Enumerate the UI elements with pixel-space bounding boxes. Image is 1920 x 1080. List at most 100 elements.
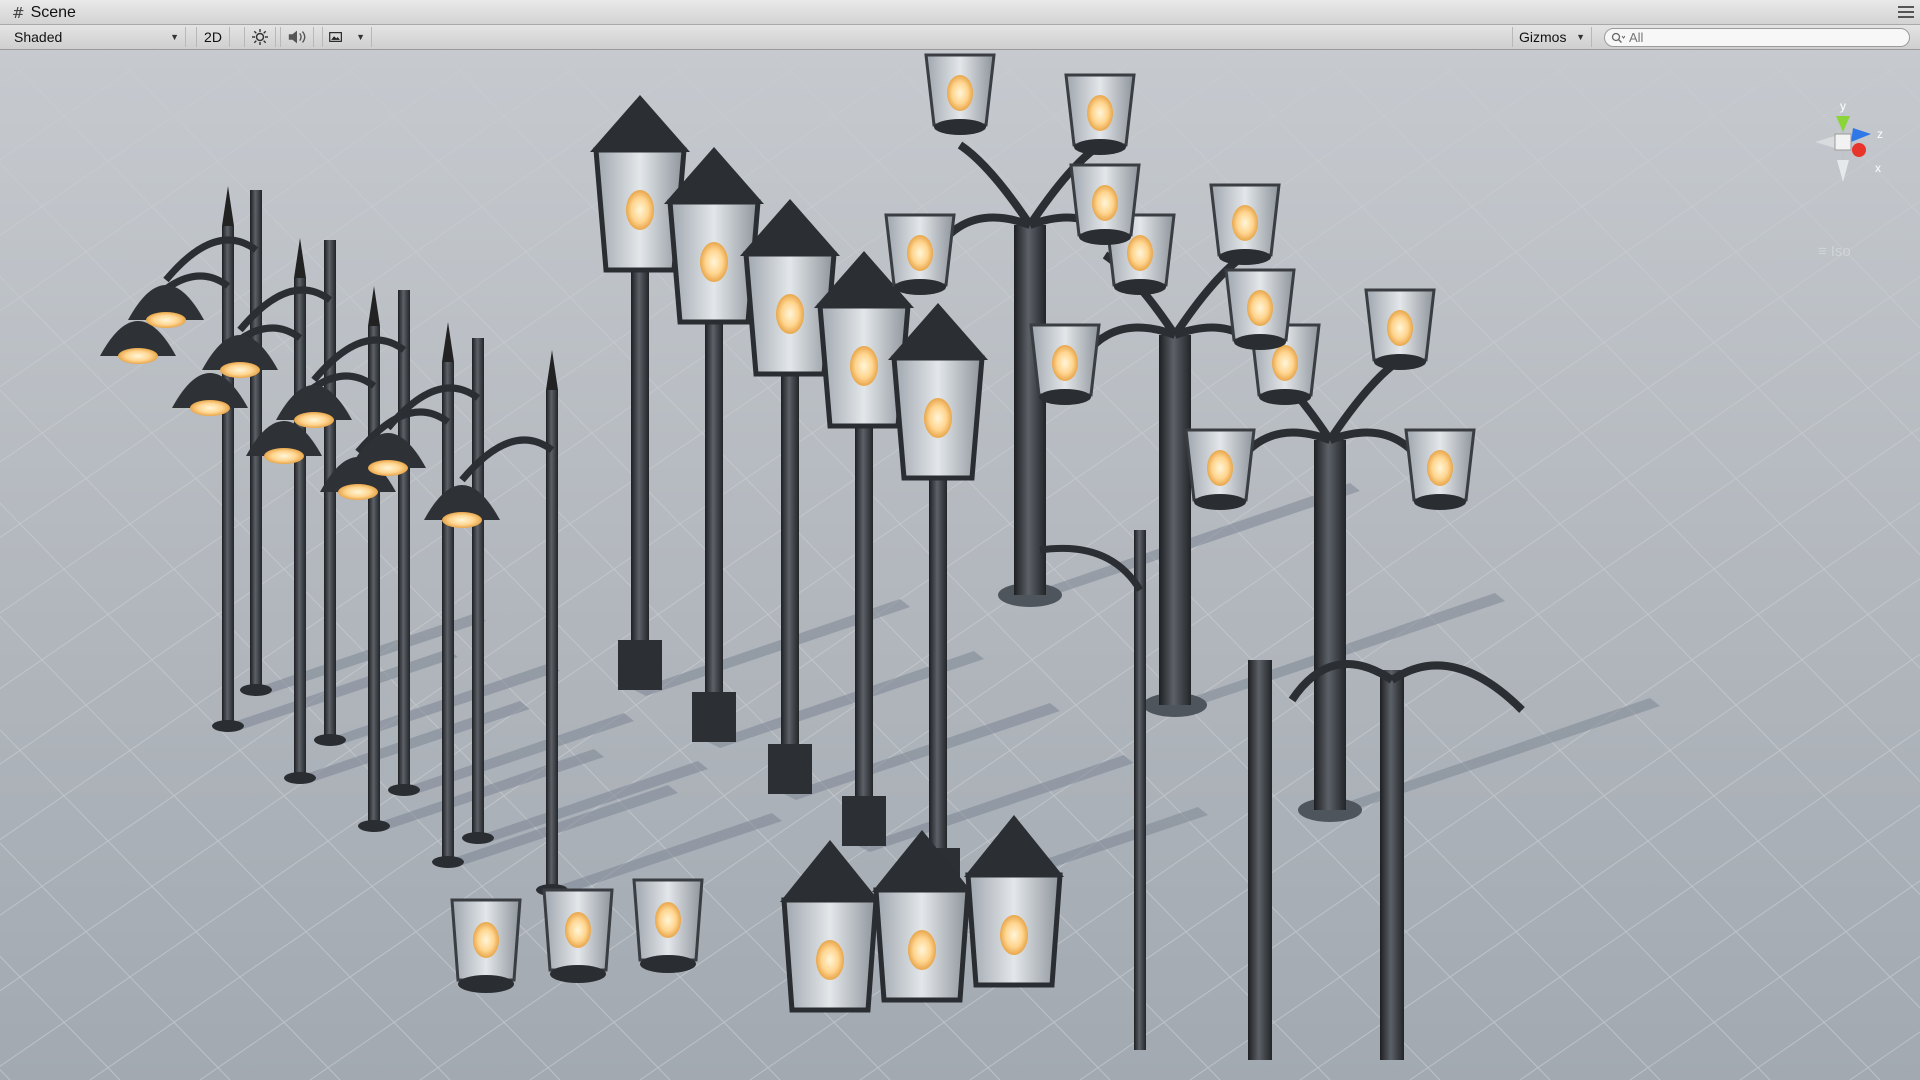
lamp-bulb — [1000, 915, 1028, 955]
scene-canvas: y x z — [0, 50, 1920, 1080]
lamp-glow — [146, 312, 186, 328]
lamp-bulb — [924, 398, 952, 438]
lamp-post — [368, 326, 380, 826]
lamp-bulb — [1387, 310, 1413, 346]
chevron-down-icon: ▼ — [1576, 32, 1585, 42]
lamp-bulb — [1207, 450, 1233, 486]
draw-mode-dropdown[interactable]: Shaded ▼ — [8, 27, 186, 47]
scene-toolbar: Shaded ▼ 2D ▼ Gizmos ▼ — [0, 25, 1920, 50]
gizmos-dropdown[interactable]: Gizmos ▼ — [1512, 27, 1592, 47]
lamp-glow — [368, 460, 408, 476]
candelabra-post — [1014, 225, 1046, 595]
lantern-base — [640, 955, 696, 973]
window-titlebar: # Scene — [0, 0, 1920, 25]
z-axis-label: z — [1877, 127, 1883, 141]
plain-post — [1248, 660, 1272, 1060]
lamp-glow — [118, 348, 158, 364]
lantern-base — [1114, 279, 1166, 295]
lamp-glow — [442, 512, 482, 528]
toggle-2d-button[interactable]: 2D — [196, 27, 230, 47]
post-base — [692, 692, 736, 742]
hierarchy-search[interactable] — [1604, 28, 1910, 47]
lamp-post — [631, 270, 649, 640]
y-axis-label: y — [1840, 99, 1846, 113]
lamp-bulb — [776, 294, 804, 334]
lamp-post — [546, 390, 558, 890]
lamp-bulb — [1247, 290, 1273, 326]
lantern-base — [1259, 389, 1311, 405]
lantern-base — [934, 119, 986, 135]
draw-mode-value: Shaded — [14, 29, 63, 45]
panel-menu-icon[interactable] — [1898, 6, 1914, 18]
lamp-glow — [294, 412, 334, 428]
lamp-glow — [264, 448, 304, 464]
lamp-bulb — [1087, 95, 1113, 131]
post-base — [618, 640, 662, 690]
lamp-post — [929, 478, 947, 848]
lamp-bulb — [473, 922, 499, 958]
lantern-base — [1074, 139, 1126, 155]
lantern-base — [458, 975, 514, 993]
chevron-down-icon: ▼ — [170, 32, 179, 42]
lamp-post — [781, 374, 799, 744]
ornate-post — [1380, 670, 1404, 1060]
post-base — [462, 832, 494, 844]
post-base — [432, 856, 464, 868]
lantern-base — [1194, 494, 1246, 510]
lamp-post — [472, 338, 484, 838]
lantern-base — [1374, 354, 1426, 370]
lantern-base — [1039, 389, 1091, 405]
x-axis-label: x — [1875, 161, 1881, 175]
lamp-bulb — [700, 242, 728, 282]
lamp-bulb — [907, 235, 933, 271]
lantern-base — [1219, 249, 1271, 265]
x-axis-cone[interactable] — [1852, 143, 1866, 157]
post-base — [212, 720, 244, 732]
post-base — [240, 684, 272, 696]
scene-audio-toggle[interactable] — [280, 27, 314, 47]
scene-tab-label: Scene — [30, 3, 76, 21]
lantern-base — [1079, 229, 1131, 245]
post-base — [314, 734, 346, 746]
lantern-base — [1414, 494, 1466, 510]
scene-lighting-toggle[interactable] — [244, 27, 276, 47]
lamp-bulb — [1127, 235, 1153, 271]
candelabra-post — [1159, 335, 1191, 705]
projection-toggle[interactable]: ≡ Iso — [1818, 243, 1851, 260]
lamp-bulb — [947, 75, 973, 111]
lamp-glow — [220, 362, 260, 378]
candelabra-post — [1314, 440, 1346, 810]
lamp-bulb — [1092, 185, 1118, 221]
chevron-down-icon: ▼ — [356, 32, 365, 42]
lamp-bulb — [626, 190, 654, 230]
lamp-bulb — [1052, 345, 1078, 381]
scene-viewport[interactable]: y x z ≡ Iso — [0, 50, 1920, 1080]
single-hook-post — [1134, 530, 1146, 1050]
lamp-bulb — [908, 930, 936, 970]
gizmos-label: Gizmos — [1519, 29, 1567, 45]
projection-label: Iso — [1830, 243, 1851, 260]
post-base — [358, 820, 390, 832]
search-input[interactable] — [1629, 30, 1899, 45]
search-icon — [1611, 32, 1625, 43]
lamp-bulb — [850, 346, 878, 386]
gizmo-center-cube[interactable] — [1834, 133, 1852, 151]
speaker-audio-icon — [288, 30, 306, 44]
lantern-base — [1234, 334, 1286, 350]
lamp-bulb — [1272, 345, 1298, 381]
lamp-glow — [190, 400, 230, 416]
lamp-bulb — [565, 912, 591, 948]
sun-light-icon — [252, 29, 268, 45]
image-effects-dropdown[interactable]: ▼ — [322, 27, 372, 47]
lamp-post — [222, 226, 234, 726]
post-base — [388, 784, 420, 796]
post-base — [768, 744, 812, 794]
lantern-base — [894, 279, 946, 295]
lamp-bulb — [1232, 205, 1258, 241]
lamp-post — [442, 362, 454, 862]
lantern-base — [550, 965, 606, 983]
post-base — [284, 772, 316, 784]
lamp-bulb — [655, 902, 681, 938]
scene-tab[interactable]: # Scene — [4, 0, 90, 25]
image-effects-icon — [329, 32, 342, 42]
